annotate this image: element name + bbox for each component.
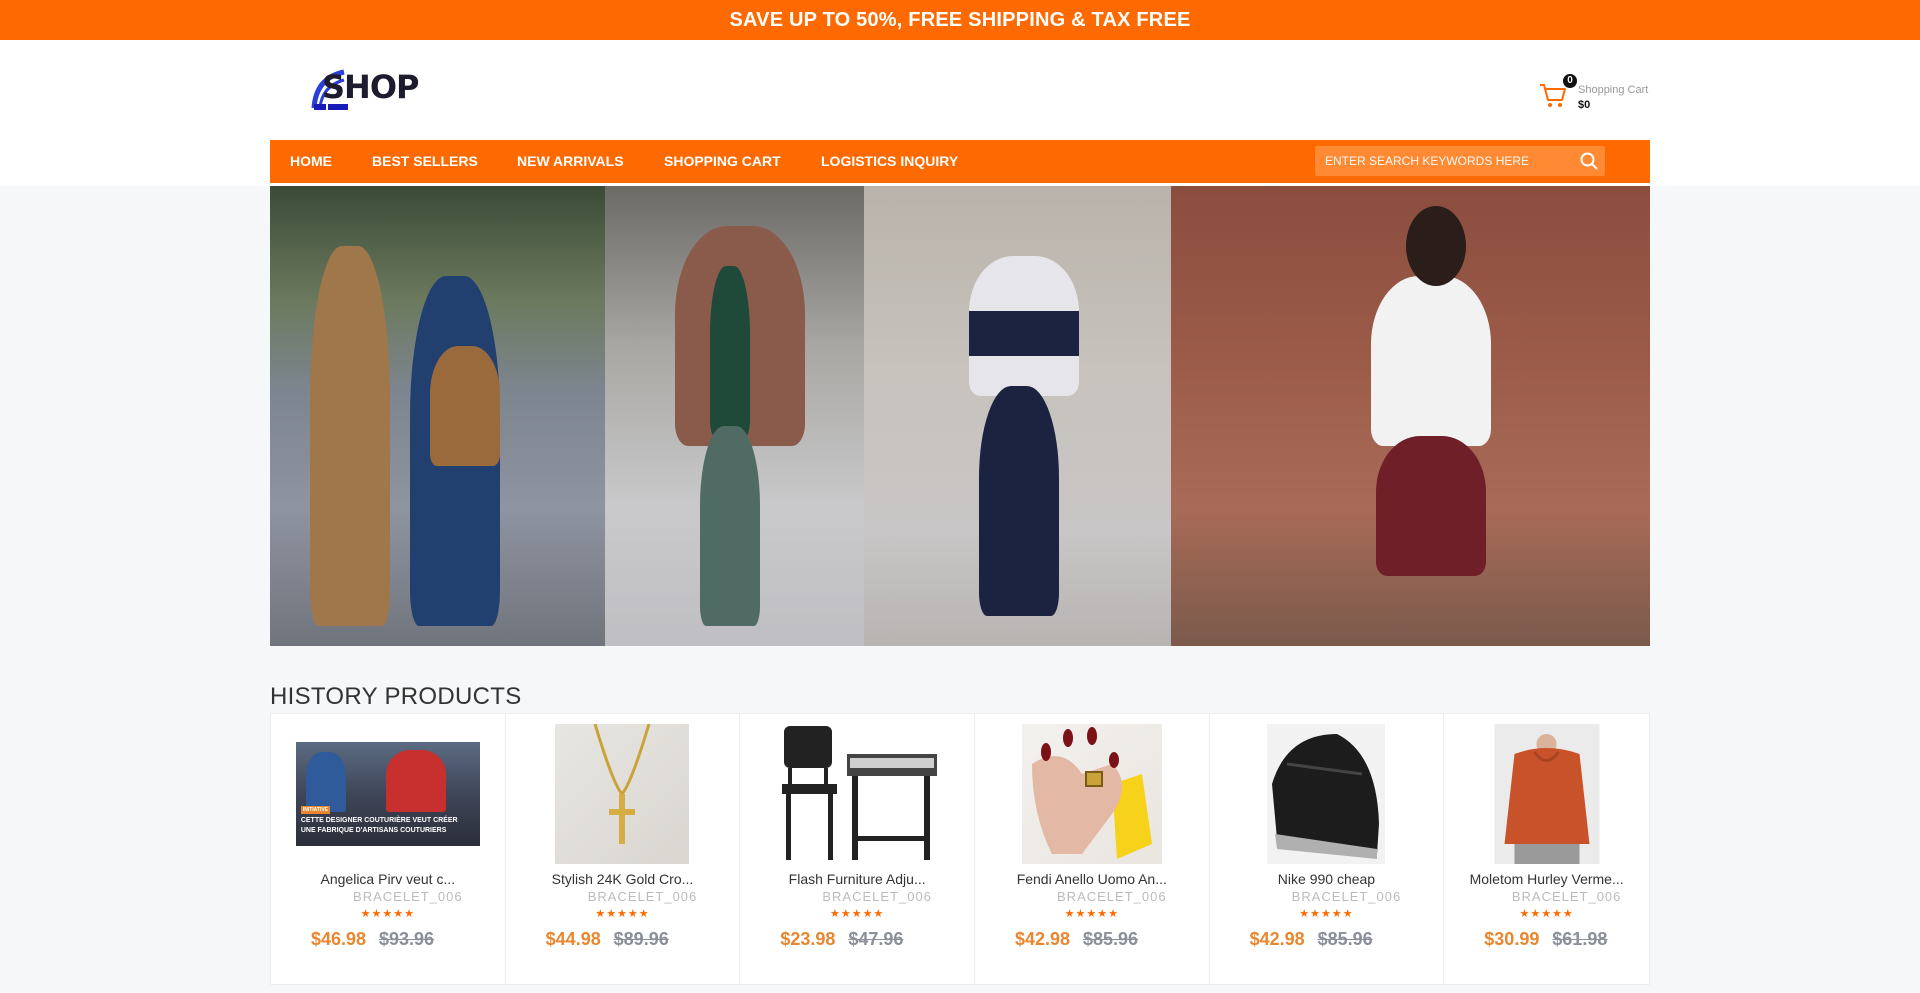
product-sku: BRACELET_006	[1291, 889, 1402, 904]
hero-image-street-style-2	[605, 186, 864, 646]
product-old-price: $47.96	[848, 929, 904, 949]
nav-logistics-inquiry[interactable]: LOGISTICS INQUIRY	[821, 140, 958, 183]
cart-total: $0	[1578, 99, 1591, 111]
school-desk-chair-image	[782, 726, 938, 860]
image-caption-line1: CETTE DESIGNER COUTURIÈRE VEUT CRÉER	[300, 817, 458, 824]
product-rating: ★★★★★	[360, 908, 415, 920]
product-card[interactable]: Moletom Hurley Verme... BRACELET_006 ★★★…	[1444, 714, 1649, 984]
product-old-price: $89.96	[613, 929, 669, 949]
product-price: $30.99	[1484, 929, 1540, 949]
product-name[interactable]: Flash Furniture Adju...	[740, 871, 974, 887]
product-old-price: $61.98	[1552, 929, 1608, 949]
product-name[interactable]: Angelica Pirv veut c...	[271, 871, 505, 887]
product-name[interactable]: Stylish 24K Gold Cro...	[506, 871, 740, 887]
cart-count-badge: 0	[1563, 74, 1577, 88]
main-nav: HOME BEST SELLERS NEW ARRIVALS SHOPPING …	[270, 140, 1650, 183]
image-tag: INITIATIVE	[300, 806, 331, 814]
shopping-cart-widget[interactable]: 0 Shopping Cart $0	[1538, 74, 1650, 118]
site-logo[interactable]: SHOP	[310, 62, 420, 112]
search-box	[1315, 146, 1605, 176]
product-sku: BRACELET_006	[587, 889, 698, 904]
gold-cross-necklace-image	[594, 724, 651, 844]
product-rating: ★★★★★	[1519, 908, 1574, 920]
product-image: INITIATIVE CETTE DESIGNER COUTURIÈRE VEU…	[295, 742, 480, 846]
product-sku: BRACELET_006	[353, 889, 463, 904]
ring-on-hand-image	[1031, 727, 1152, 859]
history-products-list: INITIATIVE CETTE DESIGNER COUTURIÈRE VEU…	[270, 713, 1650, 985]
product-image	[772, 724, 943, 864]
hurley-hoodie-image	[1504, 734, 1590, 864]
nav-home[interactable]: HOME	[290, 140, 332, 183]
image-caption-line2: UNE FABRIQUE D'ARTISANS COUTURIERS	[300, 827, 447, 834]
nav-new-arrivals[interactable]: NEW ARRIVALS	[517, 140, 624, 183]
site-header: SHOP 0 Shopping Cart $0 HOME BEST SELLER…	[0, 40, 1920, 186]
cart-label: Shopping Cart	[1578, 84, 1649, 96]
promo-banner: SAVE UP TO 50%, FREE SHIPPING & TAX FREE	[0, 0, 1920, 40]
product-rating: ★★★★★	[595, 908, 650, 920]
product-card[interactable]: Stylish 24K Gold Cro... BRACELET_006 ★★★…	[506, 714, 741, 984]
product-price: $46.98	[311, 929, 367, 949]
product-price: $42.98	[1249, 929, 1305, 949]
search-input[interactable]	[1315, 146, 1565, 176]
product-old-price: $85.96	[1317, 929, 1373, 949]
product-name[interactable]: Nike 990 cheap	[1210, 871, 1444, 887]
product-card[interactable]: INITIATIVE CETTE DESIGNER COUTURIÈRE VEU…	[271, 714, 506, 984]
hero-image-street-style-4	[1171, 186, 1650, 646]
product-sku: BRACELET_006	[1511, 889, 1622, 904]
hero-banner[interactable]	[270, 186, 1650, 646]
nav-best-sellers[interactable]: BEST SELLERS	[372, 140, 478, 183]
product-sku: BRACELET_006	[1057, 889, 1167, 904]
product-image	[1267, 724, 1386, 864]
product-rating: ★★★★★	[1299, 908, 1354, 920]
image-caption: CETTE DESIGNER COUTURIÈRE VEUT CRÉER UNE…	[301, 816, 458, 836]
nike-990-shoe-image	[1272, 734, 1380, 859]
product-sku: BRACELET_006	[822, 889, 932, 904]
product-name[interactable]: Moletom Hurley Verme...	[1444, 871, 1649, 887]
product-rating: ★★★★★	[829, 908, 885, 920]
hero-image-street-style-3	[864, 186, 1171, 646]
product-rating: ★★★★★	[1064, 908, 1119, 920]
search-icon[interactable]	[1579, 151, 1599, 171]
hero-image-street-style-1	[270, 186, 605, 646]
nav-shopping-cart[interactable]: SHOPPING CART	[664, 140, 781, 183]
product-card[interactable]: Flash Furniture Adju... BRACELET_006 ★★★…	[740, 714, 975, 984]
product-old-price: $85.96	[1082, 929, 1139, 949]
product-price: $42.98	[1014, 929, 1071, 949]
logo-text: SHOP	[322, 68, 419, 106]
history-products-title: HISTORY PRODUCTS	[270, 683, 522, 710]
product-card[interactable]: Nike 990 cheap BRACELET_006 ★★★★★ $42.98…	[1210, 714, 1445, 984]
product-card[interactable]: Fendi Anello Uomo An... BRACELET_006 ★★★…	[975, 714, 1210, 984]
product-price: $23.98	[780, 929, 836, 949]
product-price: $44.98	[545, 929, 601, 949]
product-image	[1494, 724, 1600, 864]
product-old-price: $93.96	[379, 929, 435, 949]
product-image	[555, 724, 690, 864]
product-image	[1021, 724, 1162, 864]
product-name[interactable]: Fendi Anello Uomo An...	[975, 871, 1209, 887]
